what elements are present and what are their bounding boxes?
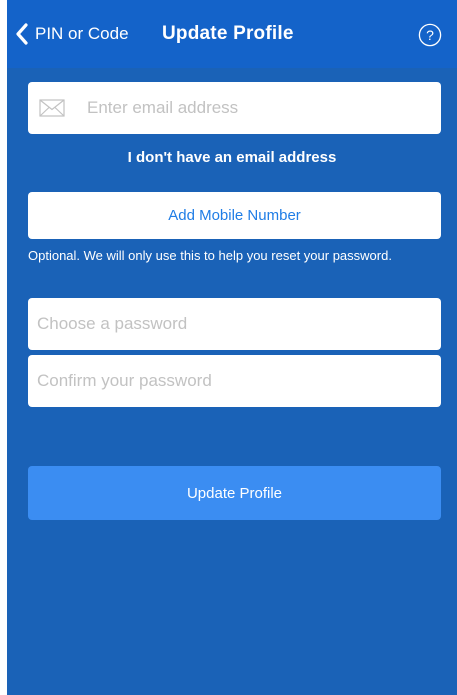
confirm-password-input[interactable] — [28, 355, 441, 407]
help-button[interactable]: ? — [418, 23, 442, 47]
password-input[interactable] — [28, 298, 441, 350]
password-field-container — [28, 298, 441, 350]
chevron-left-icon — [16, 23, 28, 45]
page-title: Update Profile — [162, 23, 294, 44]
navigation-bar: PIN or Code Update Profile ? — [7, 0, 457, 68]
email-field-container — [28, 82, 441, 134]
helper-text: Optional. We will only use this to help … — [28, 248, 392, 263]
envelope-icon — [39, 99, 65, 117]
question-circle-icon: ? — [418, 23, 442, 47]
email-input[interactable] — [28, 82, 441, 134]
back-label: PIN or Code — [35, 24, 129, 43]
update-profile-button[interactable]: Update Profile — [28, 466, 441, 520]
no-email-link[interactable]: I don't have an email address — [7, 148, 457, 168]
svg-text:?: ? — [426, 27, 434, 43]
add-mobile-number-button[interactable]: Add Mobile Number — [28, 192, 441, 239]
app-screen: PIN or Code Update Profile ? I don't hav… — [7, 0, 457, 695]
confirm-password-field-container — [28, 355, 441, 407]
back-button[interactable]: PIN or Code — [15, 20, 129, 48]
